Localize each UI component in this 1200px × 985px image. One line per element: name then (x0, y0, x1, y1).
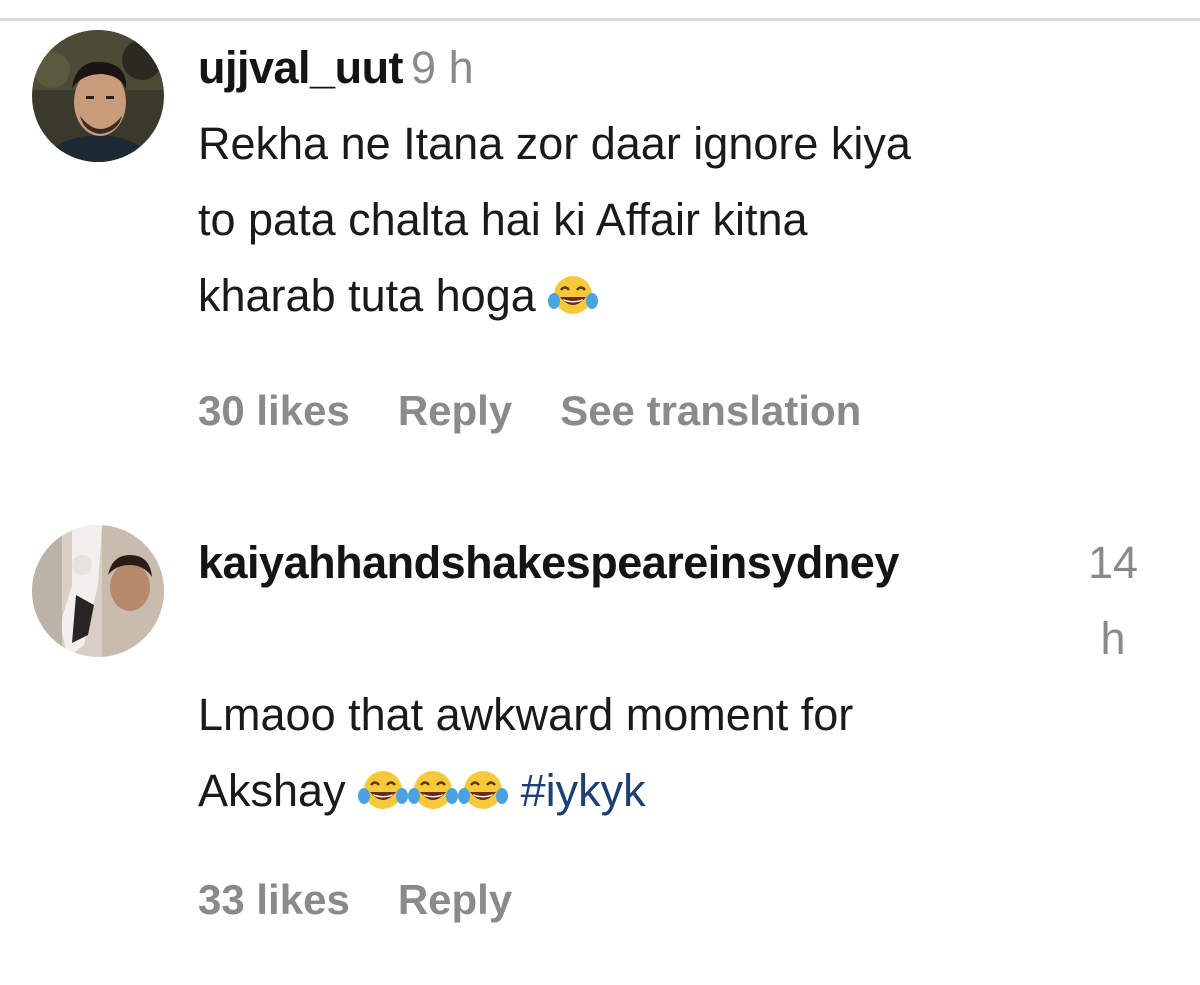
face-with-tears-of-joy-icon (548, 273, 599, 317)
face-with-tears-of-joy-icon (458, 768, 509, 812)
likes-count[interactable]: 33 likes (198, 876, 350, 923)
reply-button[interactable]: Reply (398, 387, 512, 434)
username[interactable]: kaiyahhandshakespeareinsydney (198, 525, 1068, 601)
see-translation-button[interactable]: See translation (560, 387, 861, 434)
top-divider (0, 18, 1200, 21)
hashtag-link[interactable]: #iykyk (521, 765, 646, 816)
comment-text: Lmaoo that awkward moment for Akshay #iy… (198, 677, 1158, 829)
comment-text-line: Lmaoo that awkward moment for (198, 689, 854, 740)
comment-body: ujjval_uut 9 h Rekha ne Itana zor daar ig… (198, 30, 1158, 446)
comment-text-line: kharab tuta hoga (198, 258, 1158, 334)
comment-actions: 33 likes Reply (198, 865, 1158, 935)
username[interactable]: ujjval_uut (198, 42, 404, 93)
likes-count[interactable]: 30 likes (198, 387, 350, 434)
avatar-girl-cat-icon (32, 525, 164, 657)
comment-header: kaiyahhandshakespeareinsydney 14 h (198, 525, 1158, 677)
timestamp-line: 14 (1087, 537, 1139, 588)
timestamp: 14 h (1078, 525, 1148, 677)
comment-text-line: to pata chalta hai ki Affair kitna (198, 194, 808, 245)
avatar-kaiyahhandshakespeareinsydney[interactable] (32, 525, 164, 657)
reply-button[interactable]: Reply (398, 876, 512, 923)
avatar-man-icon (32, 30, 164, 162)
comment-text-line: Rekha ne Itana zor daar ignore kiya (198, 118, 911, 169)
comment-text: Rekha ne Itana zor daar ignore kiya to p… (198, 106, 1158, 334)
comment-text-line-content: kharab tuta hoga (198, 270, 536, 321)
comment-actions: 30 likes Reply See translation (198, 376, 1158, 446)
comment-body: kaiyahhandshakespeareinsydney 14 h Lmaoo… (198, 525, 1158, 935)
face-with-tears-of-joy-icon (358, 768, 409, 812)
face-with-tears-of-joy-icon (408, 768, 459, 812)
avatar-ujjval-uut[interactable] (32, 30, 164, 162)
timestamp-line: h (1100, 613, 1126, 664)
comment-text-line-content: Akshay (198, 765, 346, 816)
comment-text-line: Akshay #iykyk (198, 753, 1158, 829)
timestamp: 9 h (411, 42, 474, 93)
comment-header: ujjval_uut 9 h (198, 30, 1158, 106)
